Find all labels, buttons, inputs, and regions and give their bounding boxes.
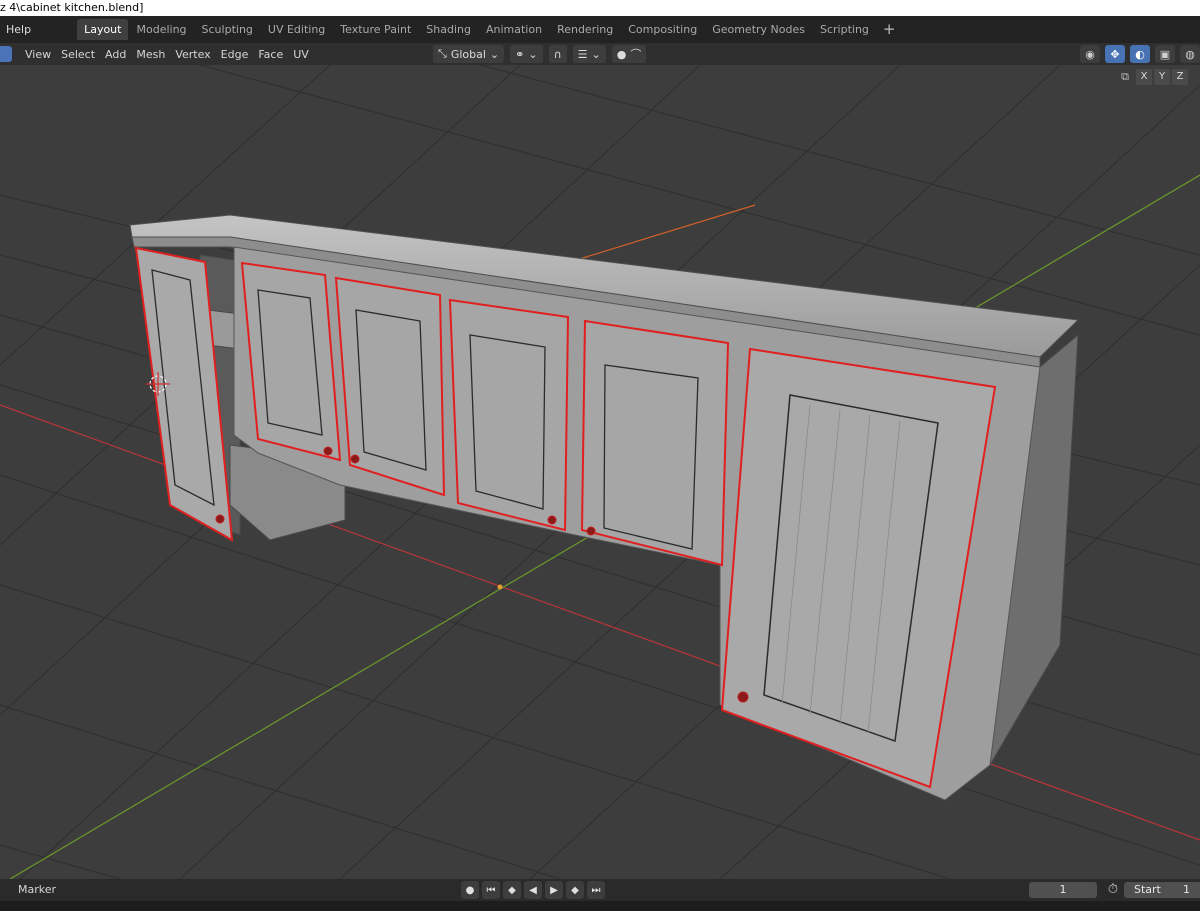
menu-add[interactable]: Add (100, 48, 131, 61)
timeline-header: Marker ● ⏮ ◆ ◀ ▶ ◆ ⏭ 1 ⏱ Start 1 (0, 879, 1200, 901)
prev-keyframe-icon[interactable]: ◆ (503, 881, 521, 899)
jump-to-end-icon[interactable]: ⏭ (587, 881, 605, 899)
axis-z-toggle[interactable]: Z (1172, 69, 1188, 85)
tab-uv-editing[interactable]: UV Editing (261, 19, 332, 40)
tab-rendering[interactable]: Rendering (550, 19, 620, 40)
xray-toggle[interactable]: ▣ (1155, 45, 1175, 63)
proportional-editing-toggle[interactable]: ● ⌒ (611, 45, 647, 63)
orientation-icon: ⤡ (438, 47, 447, 60)
cabinet-door-3 (448, 298, 570, 532)
gizmo-icon: ✥ (1110, 47, 1120, 61)
chevron-down-icon: ⌄ (489, 47, 500, 61)
timeline-ruler[interactable] (0, 901, 1200, 911)
tab-texture-paint[interactable]: Texture Paint (333, 19, 418, 40)
pivot-icon: ⚭ (515, 47, 525, 61)
viewport-header: View Select Add Mesh Vertex Edge Face UV… (0, 43, 1200, 65)
visibility-dropdown[interactable]: ◉ (1080, 45, 1100, 63)
pivot-point-dropdown[interactable]: ⚭ ⌄ (510, 45, 543, 63)
edit-mode-selector[interactable] (0, 46, 12, 62)
stopwatch-icon[interactable]: ⏱ (1104, 881, 1122, 899)
tab-compositing[interactable]: Compositing (621, 19, 704, 40)
orange-axis-line (559, 204, 756, 266)
snap-toggle[interactable]: ∩ (548, 45, 567, 63)
shading-toggle[interactable]: ◍ (1180, 45, 1200, 63)
transform-tools: ⤡ Global ⌄ ⚭ ⌄ ∩ ☰ ⌄ ● ⌒ (433, 45, 647, 63)
start-label: Start (1134, 883, 1161, 896)
axis-x-toggle[interactable]: X (1136, 69, 1152, 85)
overlay-icon: ◐ (1135, 47, 1145, 61)
menu-uv[interactable]: UV (288, 48, 314, 61)
keyframe-record-button[interactable]: ● (461, 881, 479, 899)
viewport-scene (0, 65, 1200, 879)
mirror-icon: ⧉ (1121, 70, 1129, 83)
workspace-tabs: Layout Modeling Sculpting UV Editing Tex… (77, 16, 901, 43)
cabinet-door-1 (240, 261, 342, 462)
magnet-icon: ∩ (553, 47, 562, 61)
start-value: 1 (1183, 883, 1190, 896)
chevron-down-icon: ⌄ (591, 47, 601, 61)
start-frame-field[interactable]: Start 1 (1124, 882, 1200, 898)
menu-face[interactable]: Face (253, 48, 288, 61)
window-title: z 4\cabinet kitchen.blend] (0, 1, 144, 14)
add-workspace-button[interactable]: + (877, 19, 902, 40)
axis-y-toggle[interactable]: Y (1154, 69, 1170, 85)
help-menu[interactable]: Help (0, 16, 37, 43)
cabinet-door-2 (334, 276, 446, 497)
transform-orientation-dropdown[interactable]: ⤡ Global ⌄ (433, 45, 505, 63)
tab-animation[interactable]: Animation (479, 19, 549, 40)
orientation-label: Global (450, 47, 486, 61)
overlay-toggle[interactable]: ◐ (1130, 45, 1150, 63)
menu-edge[interactable]: Edge (216, 48, 254, 61)
menu-mesh[interactable]: Mesh (131, 48, 170, 61)
gizmo-toggle[interactable]: ✥ (1105, 45, 1125, 63)
play-reverse-icon[interactable]: ◀ (524, 881, 542, 899)
marker-menu[interactable]: Marker (18, 879, 56, 901)
tab-scripting[interactable]: Scripting (813, 19, 876, 40)
falloff-icon: ⌒ (630, 48, 642, 61)
tab-modeling[interactable]: Modeling (129, 19, 193, 40)
snap-increment-icon: ☰ (577, 47, 588, 61)
tab-geometry-nodes[interactable]: Geometry Nodes (705, 19, 812, 40)
play-icon[interactable]: ▶ (545, 881, 563, 899)
tab-sculpting[interactable]: Sculpting (195, 19, 260, 40)
next-keyframe-icon[interactable]: ◆ (566, 881, 584, 899)
menu-select[interactable]: Select (56, 48, 100, 61)
tab-layout[interactable]: Layout (77, 19, 129, 40)
tab-shading[interactable]: Shading (419, 19, 478, 40)
viewport-menus: View Select Add Mesh Vertex Edge Face UV (20, 43, 314, 65)
cabinet-door-4 (580, 319, 730, 567)
window-titlebar: z 4\cabinet kitchen.blend] (0, 0, 1200, 16)
chevron-down-icon: ⌄ (528, 47, 538, 61)
xray-icon: ▣ (1159, 47, 1171, 61)
playback-controls: ● ⏮ ◆ ◀ ▶ ◆ ⏭ (461, 881, 605, 899)
snap-target-dropdown[interactable]: ☰ ⌄ (572, 45, 606, 63)
world-origin (497, 584, 503, 590)
current-frame-field[interactable]: 1 (1029, 882, 1097, 898)
eye-icon: ◉ (1085, 47, 1095, 61)
3d-viewport[interactable] (0, 65, 1200, 879)
mirror-axis-toggles: ⧉ X Y Z (1116, 69, 1188, 85)
shading-icon: ◍ (1185, 47, 1195, 61)
top-bar: Help Layout Modeling Sculpting UV Editin… (0, 16, 1200, 43)
menu-vertex[interactable]: Vertex (170, 48, 215, 61)
menu-view[interactable]: View (20, 48, 56, 61)
proportional-icon: ● (616, 47, 627, 61)
viewport-right-tools: ◉ ✥ ◐ ▣ ◍ (1080, 45, 1200, 63)
jump-to-start-icon[interactable]: ⏮ (482, 881, 500, 899)
